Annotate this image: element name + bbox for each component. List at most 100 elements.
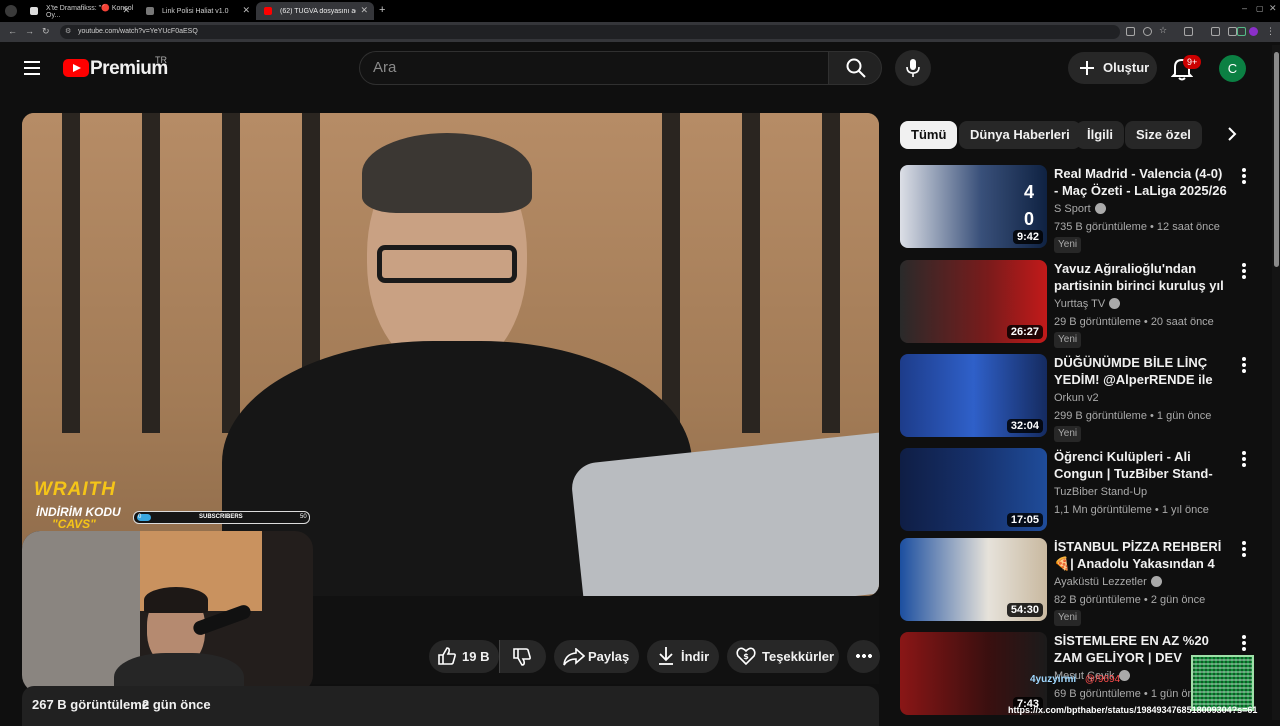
rec-title[interactable]: DÜĞÜNÜMDE BİLE LİNÇ YEDİM! @AlperRENDE i… [1054, 354, 1229, 388]
back-icon[interactable]: ← [8, 26, 17, 36]
profile-icon[interactable] [1249, 27, 1258, 36]
close-window-icon[interactable]: ✕ [1269, 3, 1277, 14]
rec-channel[interactable]: Orkun v2 [1054, 392, 1099, 404]
share-button[interactable]: Paylaş [554, 640, 639, 673]
rec-thumbnail[interactable]: 26:27 [900, 260, 1047, 343]
more-options-icon[interactable] [1242, 541, 1246, 559]
zoom-icon[interactable] [1143, 27, 1152, 36]
guide-menu-icon[interactable] [24, 61, 40, 79]
upload-date: 2 gün önce [142, 697, 211, 712]
rec-title[interactable]: İSTANBUL PİZZA REHBERİ 🍕| Anadolu Yakası… [1054, 538, 1229, 572]
new-badge: Yeni [1054, 332, 1082, 348]
thumbs-up-icon [438, 647, 456, 665]
thumbs-down-icon [513, 648, 531, 666]
download-label: İndir [681, 649, 710, 664]
reload-icon[interactable]: ↻ [42, 26, 50, 37]
chip-related[interactable]: İlgili [1076, 121, 1124, 149]
rec-channel[interactable]: Ayaküstü Lezzetler [1054, 576, 1162, 588]
webcam-overlay [22, 531, 313, 693]
chip-all[interactable]: Tümü [900, 121, 958, 149]
browser-tab-2[interactable]: Link Polisi Haliat v1.0 ✕ [138, 2, 256, 20]
like-count: 19 B [462, 649, 490, 664]
video-duration: 32:04 [1006, 419, 1043, 433]
new-tab-icon[interactable]: + [379, 4, 385, 16]
like-button[interactable]: 19 B [429, 640, 499, 673]
dislike-button[interactable] [499, 640, 546, 673]
svg-text:$: $ [743, 652, 749, 661]
rec-views: 299 B görüntüleme [1054, 410, 1147, 422]
browser-tab-1[interactable]: X'te Dramafikss: "🔴 Konsol Oy... ✕ [22, 2, 136, 20]
minimize-icon[interactable]: – [1242, 3, 1247, 13]
maximize-icon[interactable]: ▢ [1256, 4, 1264, 13]
chip-world-news[interactable]: Dünya Haberleri [959, 121, 1081, 149]
more-options-icon[interactable] [1242, 263, 1246, 281]
download-button[interactable]: İndir [647, 640, 719, 673]
rec-views: 82 B görüntüleme [1054, 594, 1141, 606]
plus-icon [1080, 61, 1094, 75]
rec-meta: 299 B görüntüleme • 1 gün önce [1054, 410, 1212, 422]
rec-channel-name: Orkun v2 [1054, 392, 1099, 404]
rec-channel[interactable]: S Sport [1054, 203, 1106, 215]
site-info-icon[interactable]: ⚙ [65, 25, 71, 39]
address-bar-url: youtube.com/watch?v=YeYUcF0aESQ [78, 28, 198, 35]
browser-tab-strip: X'te Dramafikss: "🔴 Konsol Oy... ✕ Link … [0, 0, 1280, 22]
rec-thumbnail[interactable]: 7:43 [900, 632, 1047, 715]
more-options-icon[interactable] [1242, 635, 1246, 653]
description-box[interactable]: 267 B görüntüleme 2 gün önce [22, 686, 879, 726]
view-count: 267 B görüntüleme [32, 697, 150, 712]
chat-badge: @/9694 [1084, 674, 1121, 685]
rec-meta: 82 B görüntüleme • 2 gün önce [1054, 594, 1206, 606]
video-wall-slat [742, 113, 760, 433]
more-horizontal-icon [855, 654, 873, 658]
tab-title: Link Polisi Haliat v1.0 [162, 7, 229, 15]
account-avatar[interactable]: C [1219, 55, 1246, 82]
rec-meta: 735 B görüntüleme • 12 saat önce [1054, 221, 1220, 233]
verified-icon [1118, 670, 1130, 681]
youtube-logo-icon[interactable] [63, 59, 89, 77]
search-button[interactable] [828, 51, 882, 85]
video-duration: 26:27 [1006, 325, 1043, 339]
browser-tab-3[interactable]: (62) TÜGVA dosyasını açıyorum... ✕ [256, 2, 374, 20]
voice-search-button[interactable] [895, 50, 931, 86]
thanks-button[interactable]: $ Teşekkürler [727, 640, 839, 673]
extension-icon[interactable] [1237, 27, 1246, 36]
qr-code-icon [1191, 655, 1254, 711]
forward-icon[interactable]: → [25, 26, 34, 36]
downloads-icon[interactable] [1211, 27, 1220, 36]
chip-for-you[interactable]: Size özel [1125, 121, 1202, 149]
more-options-icon[interactable] [1242, 168, 1246, 186]
rec-title[interactable]: Real Madrid - Valencia (4-0) - Maç Özeti… [1054, 165, 1229, 199]
create-button[interactable]: Oluştur [1068, 52, 1157, 84]
rec-title[interactable]: Öğrenci Kulüpleri - Ali Congun | TuzBibe… [1054, 448, 1229, 482]
rec-thumbnail[interactable]: 4 0 9:42 [900, 165, 1047, 248]
tab-close-icon[interactable]: ✕ [360, 5, 368, 16]
tab-search-button[interactable] [5, 5, 17, 17]
address-bar[interactable]: ⚙ youtube.com/watch?v=YeYUcF0aESQ [60, 25, 1120, 39]
rec-title[interactable]: Yavuz Ağıralioğlu'ndan partisinin birinc… [1054, 260, 1229, 294]
extensions-icon[interactable] [1184, 27, 1193, 36]
rec-thumbnail[interactable]: 32:04 [900, 354, 1047, 437]
page-favicon-icon [146, 7, 154, 15]
rec-thumbnail[interactable]: 54:30 [900, 538, 1047, 621]
score-home: 4 [1024, 182, 1035, 202]
tab-close-icon[interactable]: ✕ [242, 5, 250, 16]
rec-channel[interactable]: TuzBiber Stand-Up [1054, 486, 1147, 498]
more-options-icon[interactable] [1242, 451, 1246, 469]
browser-menu-icon[interactable]: ⋮ [1266, 26, 1275, 37]
cast-icon[interactable] [1126, 27, 1135, 36]
search-input[interactable]: Ara [359, 51, 828, 85]
new-badge: Yeni [1054, 426, 1082, 442]
new-badge: Yeni [1054, 237, 1082, 253]
more-actions-button[interactable] [847, 640, 880, 673]
video-duration: 17:05 [1006, 513, 1043, 527]
tab-close-icon[interactable]: ✕ [122, 5, 130, 16]
status-url-overlay: https://x.com/bpthaber/status/1984934768… [1008, 705, 1258, 715]
subscriber-goal-target: 50 [300, 514, 307, 520]
chevron-right-icon[interactable] [1224, 126, 1240, 142]
more-options-icon[interactable] [1242, 357, 1246, 375]
rec-channel[interactable]: Yurttaş TV [1054, 298, 1121, 310]
bookmark-star-icon[interactable]: ☆ [1159, 25, 1167, 36]
rec-thumbnail[interactable]: 17:05 [900, 448, 1047, 531]
extension-icon[interactable] [1228, 27, 1237, 36]
scrollbar-thumb[interactable] [1274, 52, 1279, 267]
